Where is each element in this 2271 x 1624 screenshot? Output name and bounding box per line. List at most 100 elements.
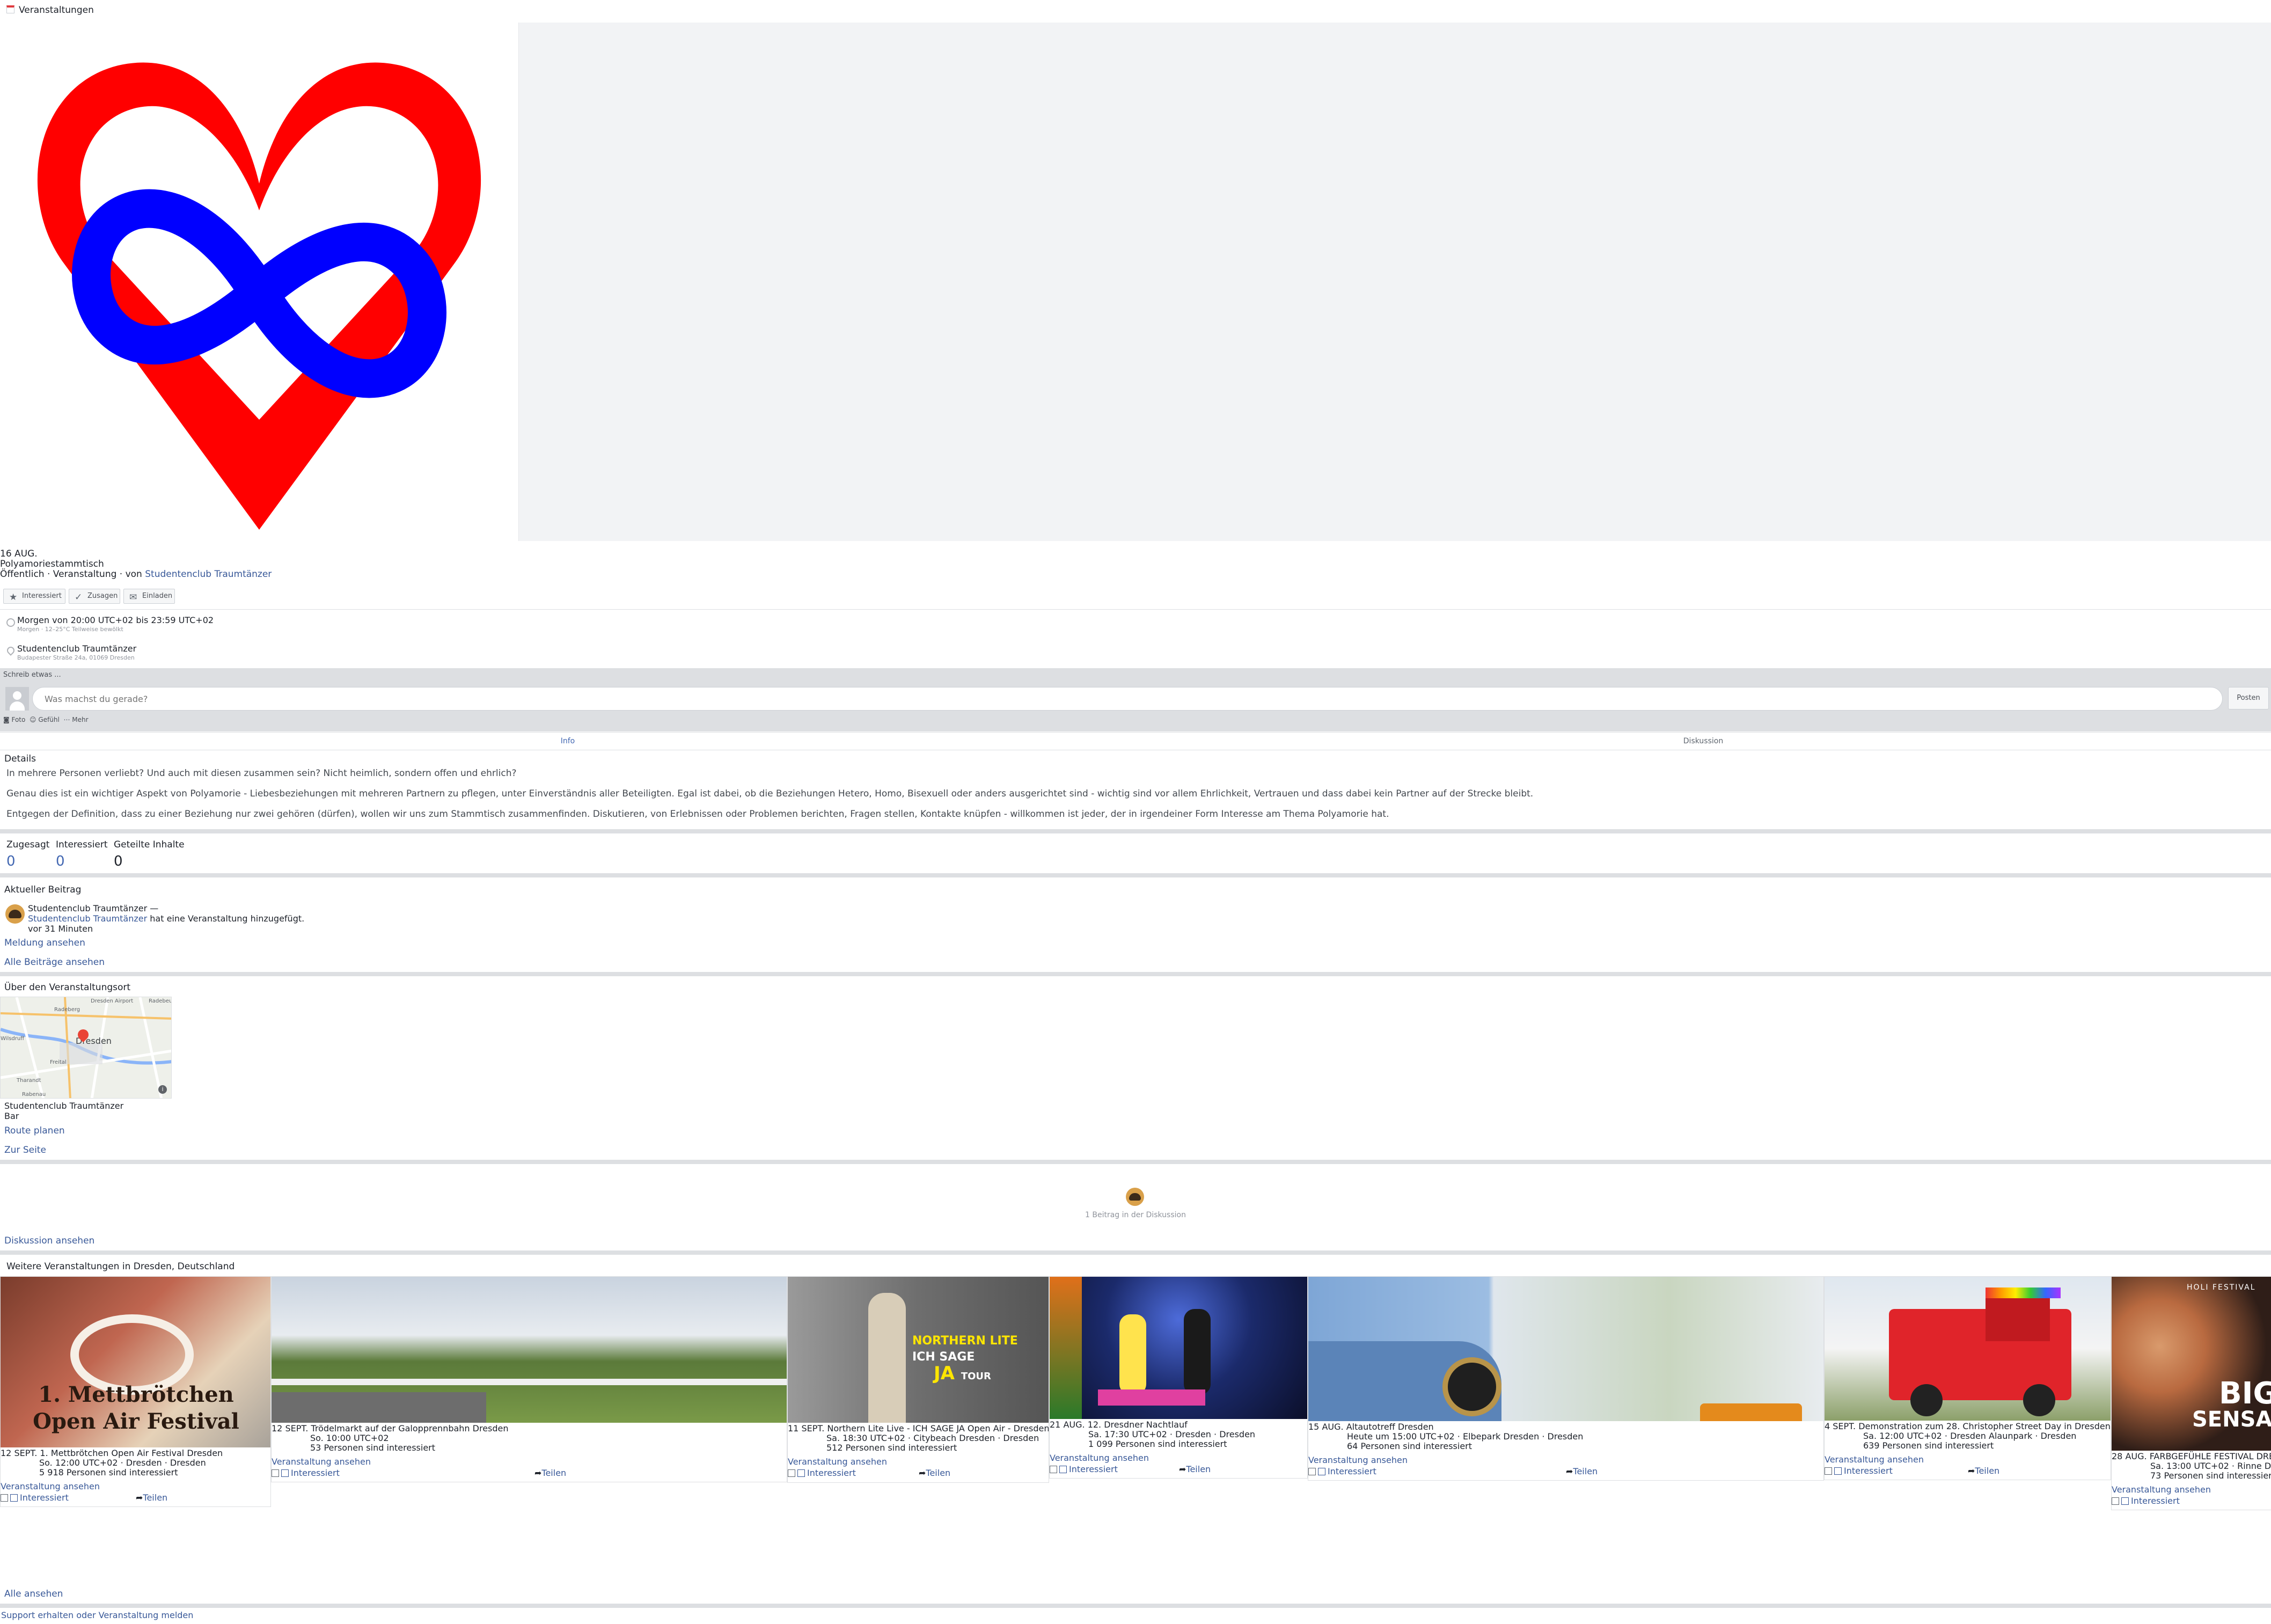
all-posts-link[interactable]: Alle Beiträge ansehen xyxy=(4,957,105,968)
event-meta: Öffentlich · Veranstaltung · von Student… xyxy=(0,569,272,580)
composer-input[interactable] xyxy=(33,687,2222,710)
smiley-icon: ☺ xyxy=(30,716,36,723)
event-card[interactable]: 21 AUG. 12. Dresdner Nachtlauf Sa. 17:30… xyxy=(1049,1276,1308,1479)
page-link[interactable]: Zur Seite xyxy=(4,1145,46,1155)
photo-action[interactable]: Foto xyxy=(11,716,25,723)
interested-action[interactable]: Interessiert xyxy=(807,1468,856,1478)
info-icon[interactable]: i xyxy=(158,1085,167,1094)
share-action[interactable]: Teilen xyxy=(1186,1464,1211,1474)
event-meta-text: Öffentlich · Veranstaltung · von xyxy=(0,569,142,580)
tab-bar: Info Diskussion xyxy=(0,732,2271,750)
invite-button[interactable]: ✉ Einladen xyxy=(123,589,175,604)
event-weather: Morgen · 12–25°C Teilweise bewölkt xyxy=(17,626,123,633)
view-event-link[interactable]: Veranstaltung ansehen xyxy=(788,1457,887,1467)
interested-action[interactable]: Interessiert xyxy=(1328,1466,1376,1476)
discussion-count: 1 Beitrag in der Diskussion xyxy=(1085,1211,1186,1219)
tab-discussion[interactable]: Diskussion xyxy=(1136,733,2271,750)
view-post-link[interactable]: Meldung ansehen xyxy=(4,938,85,948)
support-report-link[interactable]: Support erhalten oder Veranstaltung meld… xyxy=(1,1610,193,1620)
calendar-add-icon[interactable] xyxy=(1825,1467,1832,1475)
card-title-line: 12 SEPT. Trödelmarkt auf der Galopprennb… xyxy=(272,1424,509,1433)
map-label: Dresden Airport xyxy=(91,998,134,1004)
event-card[interactable]: 12 SEPT. Trödelmarkt auf der Galopprennb… xyxy=(271,1276,787,1482)
tab-info[interactable]: Info xyxy=(0,733,1136,750)
feeling-action[interactable]: Gefühl xyxy=(38,716,59,723)
venue-name[interactable]: Studentenclub Traumtänzer xyxy=(4,1101,123,1111)
interested-button[interactable]: ★ Interessiert xyxy=(3,589,65,604)
interested-action[interactable]: Interessiert xyxy=(2131,1496,2180,1506)
event-card[interactable]: 1. Mettbrötchen Open Air Festival 12 SEP… xyxy=(0,1276,271,1507)
share-action-wrap: ➦Teilen xyxy=(1179,1464,1211,1474)
share-action[interactable]: Teilen xyxy=(1573,1466,1598,1476)
view-discussion-link[interactable]: Diskussion ansehen xyxy=(4,1235,94,1246)
event-card[interactable]: 4 SEPT. Demonstration zum 28. Christophe… xyxy=(1824,1276,2111,1480)
route-link[interactable]: Route planen xyxy=(4,1125,65,1136)
divider xyxy=(0,609,2271,610)
card-count: 73 Personen sind interessiert xyxy=(2150,1471,2271,1481)
host-avatar[interactable] xyxy=(5,904,25,924)
card-title: Altautotreff Dresden xyxy=(1346,1422,1434,1432)
view-event-link[interactable]: Veranstaltung ansehen xyxy=(272,1457,371,1467)
stat-going-value[interactable]: 0 xyxy=(6,853,16,869)
more-action[interactable]: Mehr xyxy=(72,716,88,723)
post-button[interactable]: Posten xyxy=(2228,687,2269,709)
composer-actions: ◙ Foto ☺ Gefühl ⋯ Mehr xyxy=(3,716,89,723)
share-action[interactable]: Teilen xyxy=(143,1493,167,1503)
interested-action[interactable]: Interessiert xyxy=(1069,1464,1118,1474)
event-venue[interactable]: Studentenclub Traumtänzer xyxy=(17,643,136,654)
venue-category: Bar xyxy=(4,1111,19,1121)
card-title-line: 12 SEPT. 1. Mettbrötchen Open Air Festiv… xyxy=(1,1449,223,1458)
card-title: 12. Dresdner Nachtlauf xyxy=(1087,1420,1188,1430)
view-event-link[interactable]: Veranstaltung ansehen xyxy=(1825,1455,1924,1465)
details-paragraph: Genau dies ist ein wichtiger Aspekt von … xyxy=(6,788,1534,799)
card-overlay-text: ICH SAGE xyxy=(912,1350,975,1364)
card-date: 28 AUG. xyxy=(2112,1451,2147,1461)
card-actions: Interessiert xyxy=(2112,1496,2180,1506)
camera-icon: ◙ xyxy=(3,716,10,723)
event-time[interactable]: Morgen von 20:00 UTC+02 bis 23:59 UTC+02 xyxy=(17,615,214,625)
interested-action[interactable]: Interessiert xyxy=(1844,1466,1893,1476)
card-time: Sa. 12:00 UTC+02 · Dresden Alaunpark · D… xyxy=(1863,1431,2077,1441)
share-action[interactable]: Teilen xyxy=(1975,1466,1999,1476)
interested-action[interactable]: Interessiert xyxy=(291,1468,340,1478)
event-card[interactable]: NORTHERN LITE ICH SAGE JA TOUR 11 SEPT. … xyxy=(787,1276,1049,1483)
stat-interested-value[interactable]: 0 xyxy=(56,853,65,869)
venue-heading: Über den Veranstaltungsort xyxy=(4,982,131,993)
recent-post-action: hat eine Veranstaltung hinzugefügt. xyxy=(150,913,305,924)
going-button[interactable]: ✓ Zusagen xyxy=(69,589,120,604)
card-count: 639 Personen sind interessiert xyxy=(1863,1440,1994,1451)
cover-image[interactable] xyxy=(0,23,519,541)
more-events-heading: Weitere Veranstaltungen in Dresden, Deut… xyxy=(6,1261,235,1272)
calendar-add-icon[interactable] xyxy=(1,1494,8,1502)
event-card[interactable]: 15 AUG. Altautotreff Dresden Heute um 15… xyxy=(1308,1276,1824,1481)
calendar-add-icon[interactable] xyxy=(1050,1466,1057,1473)
calendar-add-icon[interactable] xyxy=(788,1469,795,1477)
section-divider xyxy=(0,829,2271,833)
card-title-line: 28 AUG. FARBGEFÜHLE FESTIVAL DRESDEN xyxy=(2112,1452,2271,1461)
venue-map[interactable]: Dresden Airport Radebeul Radeberg Wilsdr… xyxy=(0,997,172,1099)
map-label: Wilsdruff xyxy=(1,1036,25,1042)
share-action[interactable]: Teilen xyxy=(926,1468,950,1478)
calendar-add-icon[interactable] xyxy=(272,1469,279,1477)
share-action[interactable]: Teilen xyxy=(541,1468,566,1478)
card-title: 1. Mettbrötchen Open Air Festival Dresde… xyxy=(40,1448,223,1458)
interested-action[interactable]: Interessiert xyxy=(20,1493,69,1503)
view-event-link[interactable]: Veranstaltung ansehen xyxy=(2112,1485,2211,1495)
card-title-line: 4 SEPT. Demonstration zum 28. Christophe… xyxy=(1825,1422,2111,1431)
calendar-add-icon[interactable] xyxy=(2112,1497,2119,1505)
recent-post-heading: Aktueller Beitrag xyxy=(4,884,82,895)
event-date: 16 AUG. xyxy=(0,548,38,559)
event-host-link[interactable]: Studentenclub Traumtänzer xyxy=(145,569,272,580)
event-card-image xyxy=(1825,1277,2111,1421)
view-event-link[interactable]: Veranstaltung ansehen xyxy=(1050,1453,1149,1463)
view-event-link[interactable]: Veranstaltung ansehen xyxy=(1308,1455,1408,1465)
share-icon: ➦ xyxy=(534,1468,542,1478)
calendar-add-icon[interactable] xyxy=(1308,1468,1316,1475)
recent-post-author-link[interactable]: Studentenclub Traumtänzer xyxy=(28,913,147,924)
view-all-events-link[interactable]: Alle ansehen xyxy=(4,1589,63,1599)
event-card[interactable]: HOLI FESTIVAL BIG SENSA 28 AUG. FARBGEFÜ… xyxy=(2111,1276,2271,1510)
card-count: 512 Personen sind interessiert xyxy=(826,1443,957,1453)
section-divider xyxy=(0,1250,2271,1255)
view-event-link[interactable]: Veranstaltung ansehen xyxy=(1,1482,100,1491)
star-icon xyxy=(1059,1466,1067,1473)
